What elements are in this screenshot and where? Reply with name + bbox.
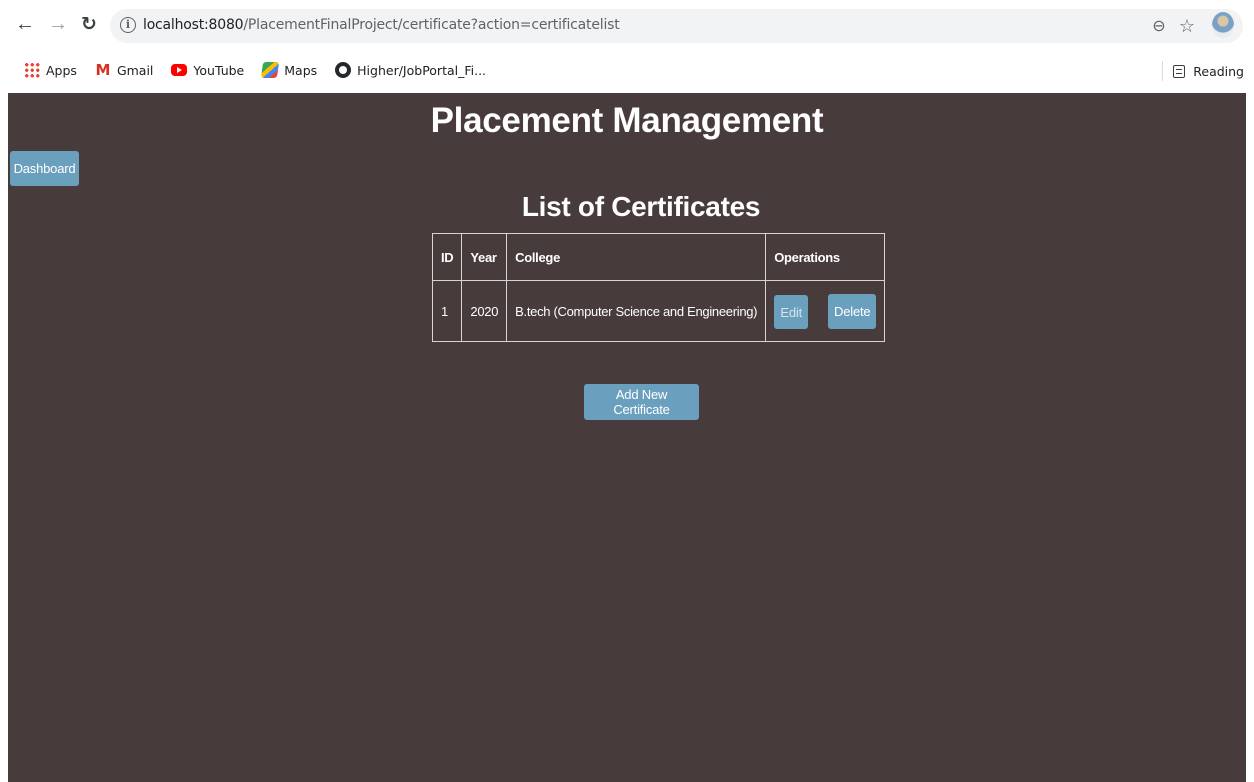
bookmark-maps[interactable]: Maps xyxy=(261,62,318,78)
apps-grid-icon xyxy=(24,62,40,78)
cell-college: B.tech (Computer Science and Engineering… xyxy=(506,280,767,342)
column-header-operations: Operations xyxy=(765,233,886,281)
certificates-table: ID Year College Operations 1 2020 B.tech… xyxy=(431,233,886,342)
zoom-icon[interactable]: ⊖ xyxy=(1148,15,1170,37)
bookmark-label: YouTube xyxy=(193,62,245,78)
reading-list-label: Reading xyxy=(1193,63,1244,79)
reading-list-icon xyxy=(1173,64,1186,78)
table-header-row: ID Year College Operations xyxy=(431,233,886,281)
address-url[interactable]: localhost:8080/PlacementFinalProject/cer… xyxy=(143,17,620,33)
github-icon xyxy=(335,62,352,78)
maps-icon xyxy=(261,62,280,78)
bookmark-star-icon[interactable]: ☆ xyxy=(1176,15,1198,37)
profile-avatar[interactable] xyxy=(1212,12,1234,38)
bookmark-label: Gmail xyxy=(116,62,154,78)
page-content: Placement Management Dashboard List of C… xyxy=(8,93,1246,782)
cell-id: 1 xyxy=(431,280,463,342)
reload-icon[interactable]: ↻ xyxy=(75,10,103,38)
column-header-year: Year xyxy=(461,233,508,281)
edit-button[interactable]: Edit xyxy=(774,295,809,329)
bookmark-apps[interactable]: Apps xyxy=(24,62,77,78)
bookmarks-bar: Apps M Gmail YouTube Maps Higher/JobPort… xyxy=(0,54,1254,86)
cell-year: 2020 xyxy=(461,280,508,342)
back-arrow-icon[interactable]: ← xyxy=(11,10,39,38)
add-new-certificate-button[interactable]: Add New Certificate xyxy=(584,384,699,420)
site-info-icon[interactable]: i xyxy=(120,17,136,33)
address-bar[interactable]: i localhost:8080/PlacementFinalProject/c… xyxy=(110,9,1243,43)
url-path: /PlacementFinalProject/certificate?actio… xyxy=(243,17,620,33)
dashboard-button[interactable]: Dashboard xyxy=(10,151,79,186)
table-row: 1 2020 B.tech (Computer Science and Engi… xyxy=(431,280,886,342)
bookmark-label: Higher/JobPortal_Fi... xyxy=(357,62,487,78)
list-title: List of Certificates xyxy=(521,191,761,222)
gmail-icon: M xyxy=(95,61,111,79)
page-title: Placement Management xyxy=(430,101,824,140)
column-header-college: College xyxy=(506,233,767,281)
bookmark-youtube[interactable]: YouTube xyxy=(171,63,244,78)
bookmark-label: Apps xyxy=(46,62,77,78)
column-header-id: ID xyxy=(431,233,463,281)
youtube-icon xyxy=(171,64,188,76)
cell-operations: Edit Delete xyxy=(765,280,886,342)
forward-arrow-icon[interactable]: → xyxy=(44,10,72,38)
reading-list-button[interactable]: Reading xyxy=(1162,61,1244,81)
bookmark-github[interactable]: Higher/JobPortal_Fi... xyxy=(335,62,486,78)
bookmark-gmail[interactable]: M Gmail xyxy=(95,62,153,78)
browser-chrome: ← → ↻ i localhost:8080/PlacementFinalPro… xyxy=(0,0,1254,93)
bookmark-label: Maps xyxy=(284,62,318,78)
delete-button[interactable]: Delete xyxy=(828,294,877,329)
url-host: localhost:8080 xyxy=(143,17,244,33)
